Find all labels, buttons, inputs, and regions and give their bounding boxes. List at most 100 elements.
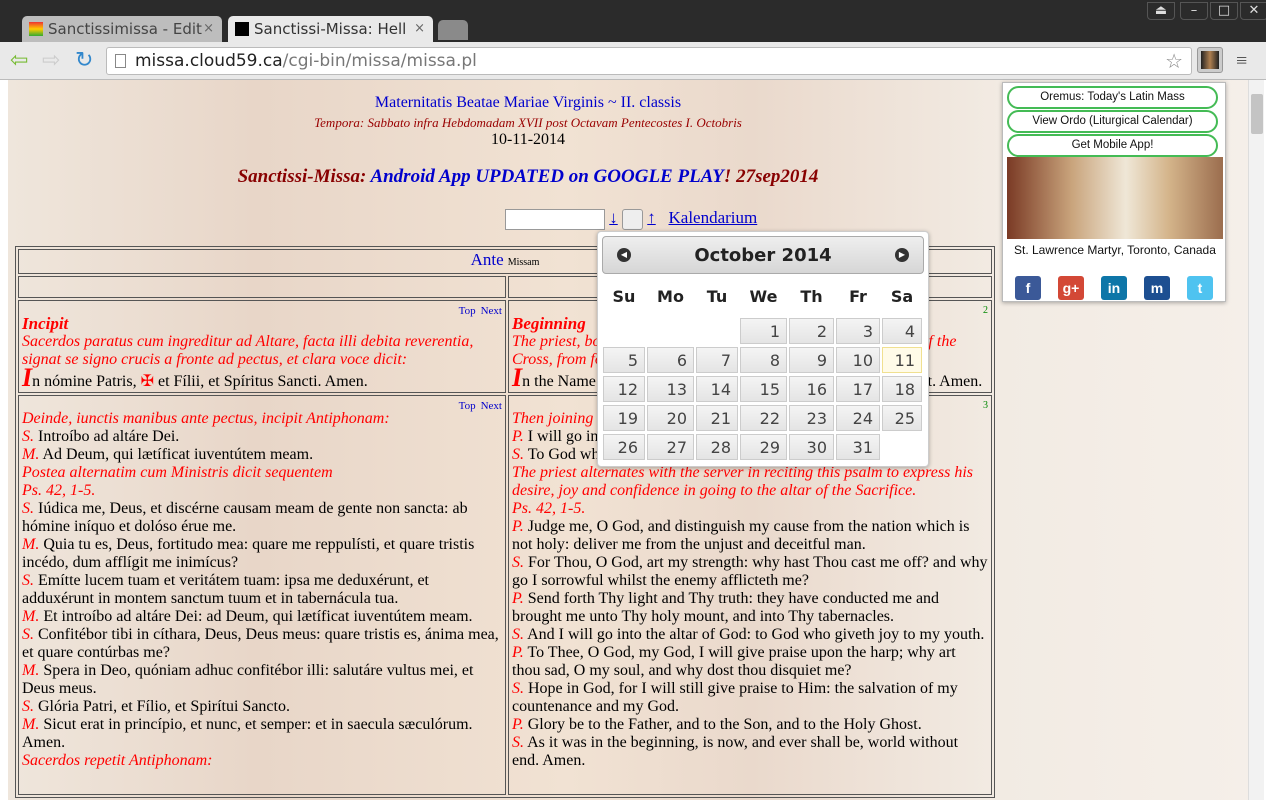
date-input[interactable]: [505, 208, 605, 230]
verse: S. Iúdica me, Deus, et discérne causam m…: [22, 500, 468, 535]
prev-month-icon[interactable]: ◀: [617, 248, 631, 262]
prev-day-link[interactable]: ↓: [609, 208, 618, 227]
weekday-header: Fr: [849, 287, 867, 306]
view-ordo-button[interactable]: View Ordo (Liturgical Calendar): [1007, 110, 1218, 133]
next-month-icon[interactable]: ▶: [895, 248, 909, 262]
speaker-label: P.: [512, 518, 524, 535]
calendar-day[interactable]: 8: [740, 347, 787, 373]
calendar-day[interactable]: 5: [603, 347, 645, 373]
church-photo: [1007, 157, 1223, 239]
calendar-day[interactable]: 10: [836, 347, 880, 373]
twitter-icon[interactable]: t: [1187, 276, 1213, 300]
next-link[interactable]: Next: [481, 400, 502, 412]
oremus-button[interactable]: Oremus: Today's Latin Mass: [1007, 86, 1218, 109]
menu-icon[interactable]: ≡: [1236, 50, 1247, 73]
page-favicon-icon: [235, 22, 249, 36]
calendar-day[interactable]: 6: [647, 347, 694, 373]
calendar-day[interactable]: 2: [789, 318, 834, 344]
verse: Postea alternatim cum Ministris dicit se…: [22, 464, 333, 481]
myspace-icon[interactable]: m: [1144, 276, 1170, 300]
top-link[interactable]: Top: [459, 305, 476, 317]
linkedin-icon[interactable]: in: [1101, 276, 1127, 300]
kalendarium-link[interactable]: Kalendarium: [669, 208, 758, 227]
reload-icon[interactable]: ↻: [75, 49, 93, 71]
close-tab-icon[interactable]: ×: [203, 16, 214, 42]
back-icon[interactable]: ⇦: [10, 49, 28, 71]
calendar-day[interactable]: 17: [836, 376, 880, 402]
speaker-label: M.: [22, 716, 40, 733]
calendar-day[interactable]: 28: [696, 434, 738, 460]
speaker-label: S.: [512, 734, 524, 751]
calendar-day[interactable]: 11: [882, 347, 922, 373]
calendar-day[interactable]: 3: [836, 318, 880, 344]
top-link[interactable]: Top: [459, 400, 476, 412]
announcement: Sanctissi-Missa: Android App UPDATED on …: [237, 166, 819, 187]
store-favicon-icon: [29, 22, 43, 36]
verse: The priest alternates with the server in…: [512, 464, 973, 499]
speaker-label: S.: [22, 572, 34, 589]
calendar-day[interactable]: 29: [740, 434, 787, 460]
facebook-icon[interactable]: f: [1015, 276, 1041, 300]
close-window-icon[interactable]: ✕: [1240, 2, 1268, 20]
calendar-day[interactable]: 15: [740, 376, 787, 402]
tab-sanctissi-missa[interactable]: Sanctissi-Missa: Hell ×: [228, 16, 433, 42]
android-app-link[interactable]: Android App UPDATED on GOOGLE PLAY: [370, 166, 723, 187]
tab-sanctissimissa-edit[interactable]: Sanctissimissa - Edit ×: [22, 16, 222, 42]
verse: M. Et introíbo ad altáre Dei: ad Deum, q…: [22, 608, 473, 625]
calendar-day[interactable]: 31: [836, 434, 880, 460]
extension-button[interactable]: [1197, 47, 1223, 73]
calendar-day[interactable]: 9: [789, 347, 834, 373]
speaker-label: M.: [22, 536, 40, 553]
close-tab-icon[interactable]: ×: [414, 16, 425, 42]
weekday-header: Mo: [657, 287, 684, 306]
calendar-day[interactable]: 16: [789, 376, 834, 402]
speaker-label: M.: [22, 662, 40, 679]
address-bar[interactable]: missa.cloud59.ca/cgi-bin/missa/missa.pl ☆: [106, 47, 1192, 75]
speaker-label: S.: [22, 626, 34, 643]
calendar-day[interactable]: 21: [696, 405, 738, 431]
verse: Ps. 42, 1-5.: [512, 500, 586, 517]
forward-icon[interactable]: ⇨: [42, 49, 60, 71]
scrollbar[interactable]: [1248, 80, 1264, 800]
calendar-day[interactable]: 19: [603, 405, 645, 431]
verse: S. For Thou, O God, art my strength: why…: [512, 554, 988, 589]
date: 10-11-2014: [490, 131, 566, 148]
calendar-day[interactable]: 14: [696, 376, 738, 402]
new-tab-button[interactable]: [438, 20, 468, 40]
profile-icon[interactable]: ⏏: [1147, 2, 1175, 20]
next-day-link[interactable]: ↑: [647, 208, 656, 227]
verse: M. Sicut erat in princípio, et nunc, et …: [22, 716, 473, 751]
calendar-day[interactable]: 1: [740, 318, 787, 344]
get-mobile-app-button[interactable]: Get Mobile App!: [1007, 134, 1218, 157]
verse: S. And I will go into the altar of God: …: [512, 626, 985, 643]
calendar-day[interactable]: 13: [647, 376, 694, 402]
minimize-icon[interactable]: –: [1180, 2, 1208, 20]
bookmark-star-icon[interactable]: ☆: [1165, 48, 1183, 74]
speaker-label: S.: [512, 626, 524, 643]
calendar-day[interactable]: 4: [882, 318, 922, 344]
calendar-day[interactable]: 26: [603, 434, 645, 460]
calendar-day[interactable]: 23: [789, 405, 834, 431]
calendar-day[interactable]: 18: [882, 376, 922, 402]
calendar-day[interactable]: 7: [696, 347, 738, 373]
google-plus-icon[interactable]: g+: [1058, 276, 1084, 300]
calendar-day[interactable]: 12: [603, 376, 645, 402]
maximize-icon[interactable]: □: [1210, 2, 1238, 20]
calendar-day[interactable]: 22: [740, 405, 787, 431]
speaker-label: M.: [22, 608, 40, 625]
scrollbar-thumb[interactable]: [1251, 94, 1263, 134]
calendar-day[interactable]: 20: [647, 405, 694, 431]
calendar-day[interactable]: 27: [647, 434, 694, 460]
calendar-day[interactable]: 30: [789, 434, 834, 460]
speaker-label: M.: [22, 446, 40, 463]
photo-caption: St. Lawrence Martyr, Toronto, Canada: [1014, 243, 1216, 257]
weekday-header: Th: [800, 287, 823, 306]
speaker-label: S.: [512, 554, 524, 571]
next-link[interactable]: Next: [481, 305, 502, 317]
calendar-day[interactable]: 25: [882, 405, 922, 431]
calendar-day[interactable]: 24: [836, 405, 880, 431]
date-submit-button[interactable]: [622, 208, 643, 230]
speaker-label: P.: [512, 590, 524, 607]
verse: Ps. 42, 1-5.: [22, 482, 96, 499]
ante-link[interactable]: Ante: [471, 250, 504, 269]
